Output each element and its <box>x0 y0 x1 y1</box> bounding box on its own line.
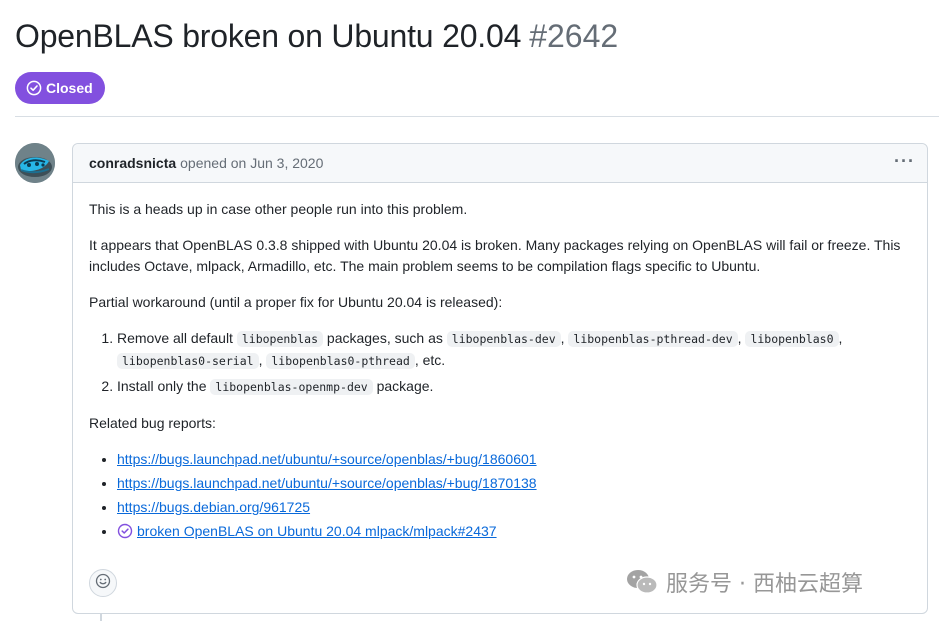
paragraph-problem: It appears that OpenBLAS 0.3.8 shipped w… <box>89 237 901 274</box>
step1-sep-1: , <box>560 330 565 346</box>
issue-title-row: OpenBLAS broken on Ubuntu 20.04 #2642 <box>15 18 618 55</box>
comment-body: This is a heads up in case other people … <box>73 183 927 542</box>
code-libopenblas0-pthread: libopenblas0-pthread <box>266 353 415 369</box>
smiley-icon <box>95 573 111 594</box>
paragraph-workaround: Partial workaround (until a proper fix f… <box>89 294 503 310</box>
wechat-icon <box>626 568 658 596</box>
list-item: https://bugs.debian.org/961725 <box>117 497 911 518</box>
step1-prefix: Remove all default <box>117 330 233 346</box>
code-libopenblas0: libopenblas0 <box>745 331 839 347</box>
paragraph-intro: This is a heads up in case other people … <box>89 201 468 217</box>
comment-timestamp[interactable]: opened on Jun 3, 2020 <box>180 155 323 171</box>
step1-sep-3: , <box>838 330 843 346</box>
avatar[interactable] <box>15 143 55 183</box>
related-heading: Related bug reports: <box>89 415 216 431</box>
code-libopenblas0-serial: libopenblas0-serial <box>117 353 259 369</box>
workaround-steps: Remove all default libopenblas packages,… <box>117 328 911 398</box>
watermark-text: 服务号 · 西柚云超算 <box>666 572 863 597</box>
bug-link-debian-961725[interactable]: https://bugs.debian.org/961725 <box>117 499 310 515</box>
issue-number: #2642 <box>529 18 619 54</box>
workaround-step-1: Remove all default libopenblas packages,… <box>117 328 911 372</box>
related-links: https://bugs.launchpad.net/ubuntu/+sourc… <box>117 449 911 542</box>
issue-title: OpenBLAS broken on Ubuntu 20.04 <box>15 18 522 54</box>
list-item: https://bugs.launchpad.net/ubuntu/+sourc… <box>117 449 911 470</box>
issue-closed-icon <box>117 523 133 539</box>
check-circle-icon <box>26 80 42 96</box>
state-badge: Closed <box>15 72 105 104</box>
step2-suffix: package. <box>376 378 434 394</box>
list-item: https://bugs.launchpad.net/ubuntu/+sourc… <box>117 473 911 494</box>
issue-reference-link[interactable]: broken OpenBLAS on Ubuntu 20.04 mlpack/m… <box>137 523 497 539</box>
workaround-step-2: Install only the libopenblas-openmp-dev … <box>117 376 911 398</box>
avatar-image <box>15 143 55 183</box>
step1-sep-4: , <box>258 352 263 368</box>
code-libopenblas-pthread-dev: libopenblas-pthread-dev <box>568 331 738 347</box>
header-divider <box>15 116 939 117</box>
step1-middle: packages, such as <box>326 330 443 346</box>
step1-suffix: , etc. <box>414 352 446 368</box>
comment-header: conradsnicta opened on Jun 3, 2020 ··· <box>73 144 927 183</box>
code-libopenblas: libopenblas <box>236 331 324 347</box>
code-libopenblas-openmp-dev: libopenblas-openmp-dev <box>210 379 373 395</box>
state-label: Closed <box>46 80 93 96</box>
step2-prefix: Install only the <box>117 378 207 394</box>
code-libopenblas-dev: libopenblas-dev <box>446 331 561 347</box>
add-reaction-button[interactable] <box>89 569 117 597</box>
bug-link-launchpad-1860601[interactable]: https://bugs.launchpad.net/ubuntu/+sourc… <box>117 451 537 467</box>
watermark: 服务号 · 西柚云超算 <box>626 566 863 598</box>
issue-comment: conradsnicta opened on Jun 3, 2020 ··· T… <box>72 143 928 614</box>
kebab-horizontal-icon[interactable]: ··· <box>894 152 915 170</box>
comment-author[interactable]: conradsnicta <box>89 155 176 171</box>
timeline-connector <box>100 613 102 621</box>
step1-sep-2: , <box>737 330 742 346</box>
list-item: broken OpenBLAS on Ubuntu 20.04 mlpack/m… <box>117 521 911 542</box>
bug-link-launchpad-1870138[interactable]: https://bugs.launchpad.net/ubuntu/+sourc… <box>117 475 537 491</box>
